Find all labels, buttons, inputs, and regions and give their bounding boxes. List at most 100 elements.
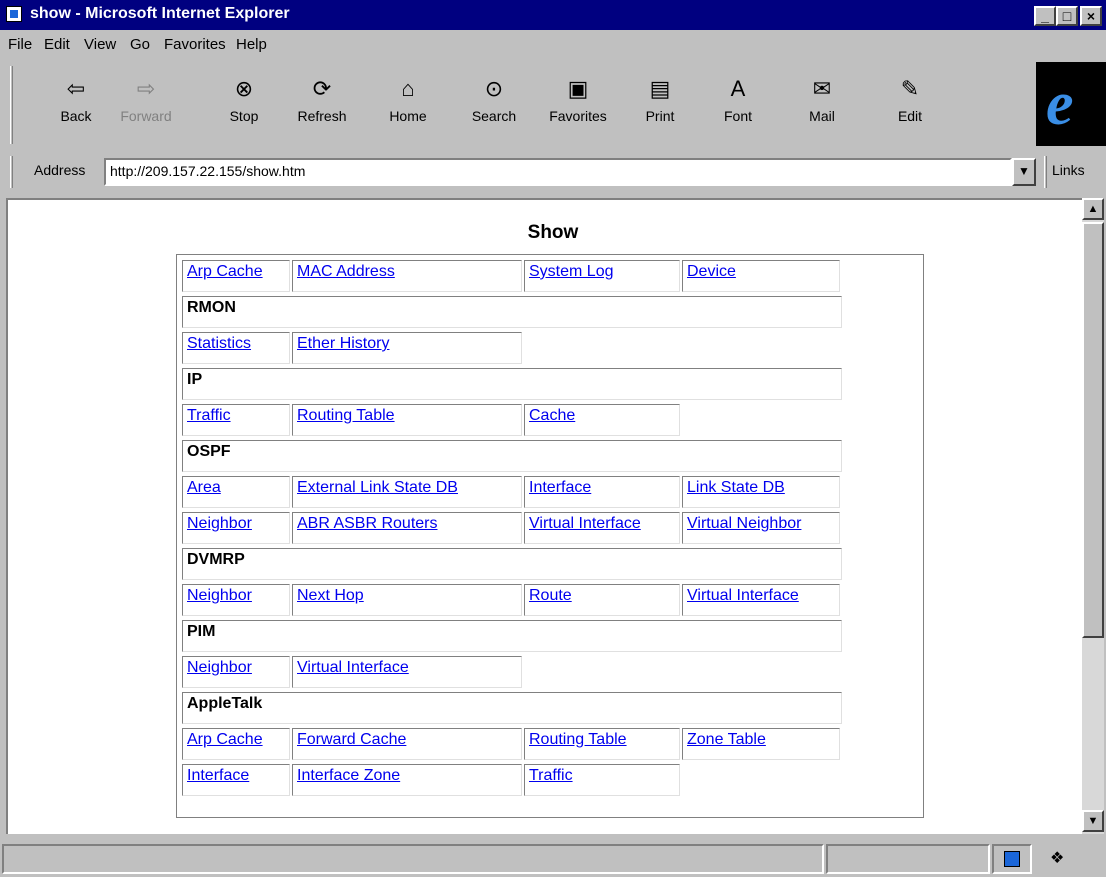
menu-go[interactable]: Go [130, 36, 150, 53]
nav-link[interactable]: Virtual Interface [297, 659, 409, 676]
nav-link[interactable]: Virtual Interface [529, 515, 641, 532]
table-cell: Area [182, 476, 290, 508]
nav-link[interactable]: Route [529, 587, 572, 604]
window-title: show - Microsoft Internet Explorer [30, 5, 290, 22]
menu-bar: File Edit View Go Favorites Help [0, 30, 1106, 60]
table-cell: Cache [524, 404, 680, 436]
section-heading: AppleTalk [182, 692, 842, 724]
printer-icon: ▤ [649, 76, 671, 101]
chevron-down-icon: ▼ [1018, 164, 1030, 178]
table-cell: Routing Table [292, 404, 522, 436]
ie-app-icon[interactable] [6, 6, 22, 22]
back-arrow-icon: ⇦ [66, 76, 86, 101]
ie-e-icon: e [1046, 70, 1074, 138]
table-cell: Routing Table [524, 728, 680, 760]
table-cell: Statistics [182, 332, 290, 364]
nav-link[interactable]: Neighbor [187, 659, 252, 676]
table-cell: Traffic [182, 404, 290, 436]
nav-link[interactable]: Link State DB [687, 479, 785, 496]
font-button[interactable]: A Font [706, 76, 770, 124]
scroll-down-button[interactable]: ▼ [1082, 810, 1104, 832]
mail-icon: ✉ [812, 76, 832, 101]
menu-favorites[interactable]: Favorites [164, 36, 226, 53]
back-button[interactable]: ⇦ Back [44, 76, 108, 124]
print-button[interactable]: ▤ Print [628, 76, 692, 124]
nav-link[interactable]: Cache [529, 407, 575, 424]
close-button[interactable]: × [1080, 6, 1102, 26]
edit-button[interactable]: ✎ Edit [878, 76, 942, 124]
maximize-button[interactable]: □ [1056, 6, 1078, 26]
ie-logo: e [1036, 62, 1106, 146]
status-text-pane [2, 844, 824, 874]
scroll-up-button[interactable]: ▲ [1082, 198, 1104, 220]
font-icon: A [730, 76, 746, 101]
nav-link[interactable]: Device [687, 263, 736, 280]
table-cell: External Link State DB [292, 476, 522, 508]
menu-view[interactable]: View [84, 36, 116, 53]
stop-button[interactable]: ⊗ Stop [212, 76, 276, 124]
nav-link[interactable]: External Link State DB [297, 479, 458, 496]
mail-button[interactable]: ✉ Mail [790, 76, 854, 124]
nav-link[interactable]: Interface [529, 479, 591, 496]
table-cell: Neighbor [182, 512, 290, 544]
table-cell: Forward Cache [292, 728, 522, 760]
links-button[interactable]: Links [1052, 162, 1085, 178]
search-button[interactable]: ⊙ Search [462, 76, 526, 124]
table-cell: Interface [524, 476, 680, 508]
nav-link[interactable]: MAC Address [297, 263, 395, 280]
minimize-button[interactable]: _ [1034, 6, 1056, 26]
nav-link[interactable]: Neighbor [187, 515, 252, 532]
links-grip[interactable] [1044, 156, 1047, 188]
page-title: Show [527, 222, 579, 243]
nav-link[interactable]: Traffic [187, 407, 231, 424]
nav-link[interactable]: Virtual Neighbor [687, 515, 801, 532]
forward-arrow-icon: ⇨ [136, 76, 156, 101]
window-titlebar[interactable]: show - Microsoft Internet Explorer _ □ × [0, 0, 1106, 30]
search-icon: ⊙ [484, 76, 504, 101]
toolbar-grip[interactable] [10, 66, 13, 144]
address-label: Address [34, 162, 86, 178]
menu-help[interactable]: Help [236, 36, 267, 53]
nav-link[interactable]: Routing Table [297, 407, 395, 424]
section-heading: RMON [182, 296, 842, 328]
section-heading: PIM [182, 620, 842, 652]
table-cell: System Log [524, 260, 680, 292]
address-url[interactable]: http://209.157.22.155/show.htm [110, 163, 305, 179]
menu-file[interactable]: File [8, 36, 32, 53]
nav-link[interactable]: Area [187, 479, 221, 496]
nav-link[interactable]: Routing Table [529, 731, 627, 748]
home-icon: ⌂ [401, 76, 415, 101]
nav-link[interactable]: ABR ASBR Routers [297, 515, 438, 532]
nav-link[interactable]: Next Hop [297, 587, 364, 604]
favorites-folder-icon: ▣ [567, 76, 589, 101]
address-dropdown-button[interactable]: ▼ [1012, 158, 1036, 186]
favorites-button[interactable]: ▣ Favorites [546, 76, 610, 124]
refresh-button[interactable]: ⟳ Refresh [290, 76, 354, 124]
table-cell: Neighbor [182, 656, 290, 688]
nav-link[interactable]: Interface Zone [297, 767, 400, 784]
refresh-icon: ⟳ [312, 76, 332, 101]
nav-link[interactable]: Arp Cache [187, 731, 263, 748]
nav-link[interactable]: System Log [529, 263, 613, 280]
nav-link[interactable]: Arp Cache [187, 263, 263, 280]
home-button[interactable]: ⌂ Home [376, 76, 440, 124]
forward-button[interactable]: ⇨ Forward [114, 76, 178, 124]
menu-edit[interactable]: Edit [44, 36, 70, 53]
edit-page-icon: ✎ [900, 76, 920, 101]
scroll-down-arrow-icon: ▼ [1087, 815, 1099, 827]
security-globe-icon: ❖ [1050, 850, 1065, 867]
table-cell: Virtual Interface [292, 656, 522, 688]
nav-link[interactable]: Ether History [297, 335, 389, 352]
nav-link[interactable]: Traffic [529, 767, 573, 784]
nav-link[interactable]: Statistics [187, 335, 251, 352]
nav-link[interactable]: Forward Cache [297, 731, 406, 748]
scroll-up-arrow-icon: ▲ [1087, 203, 1099, 215]
nav-link[interactable]: Interface [187, 767, 249, 784]
nav-link[interactable]: Virtual Interface [687, 587, 799, 604]
nav-link[interactable]: Zone Table [687, 731, 766, 748]
nav-link[interactable]: Neighbor [187, 587, 252, 604]
scroll-thumb[interactable] [1082, 222, 1104, 638]
address-grip[interactable] [10, 156, 13, 188]
stop-icon: ⊗ [234, 76, 254, 101]
zone-icon [1004, 851, 1020, 867]
